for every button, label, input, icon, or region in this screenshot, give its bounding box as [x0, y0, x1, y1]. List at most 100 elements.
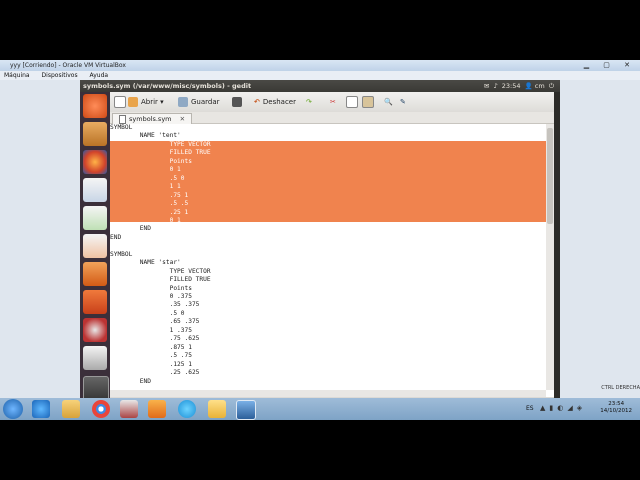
- code-line[interactable]: .75 1: [110, 192, 546, 200]
- mail-icon[interactable]: ✉: [484, 82, 489, 90]
- panel-time[interactable]: 23:54: [502, 82, 521, 90]
- gedit-icon[interactable]: [83, 346, 107, 370]
- skype-icon[interactable]: [178, 400, 196, 418]
- code-line[interactable]: .5 .5: [110, 200, 546, 208]
- code-line[interactable]: END: [110, 378, 546, 386]
- open-label: Abrir: [141, 98, 158, 106]
- scroll-thumb[interactable]: [547, 128, 553, 224]
- redo-icon: ↷: [306, 98, 312, 106]
- horizontal-scrollbar[interactable]: [110, 390, 546, 397]
- code-line[interactable]: .65 .375: [110, 318, 546, 326]
- window-controls[interactable]: ▁ ▢ ✕: [584, 60, 636, 71]
- code-line[interactable]: Points: [110, 285, 546, 293]
- paste-button[interactable]: [362, 95, 377, 109]
- code-line[interactable]: .5 0: [110, 175, 546, 183]
- app-icon[interactable]: [120, 400, 138, 418]
- clock[interactable]: 23:54 14/10/2012: [600, 401, 632, 415]
- firefox-icon[interactable]: [83, 150, 107, 174]
- ie-icon[interactable]: [32, 400, 50, 418]
- gedit-window: Abrir ▾ Guardar ↶ Deshacer ↷ ✂ 🔍 ✎ symbol…: [110, 92, 554, 404]
- print-button[interactable]: [232, 95, 245, 109]
- code-line[interactable]: 1 1: [110, 183, 546, 191]
- new-button[interactable]: [114, 95, 129, 109]
- chrome-icon[interactable]: [92, 400, 110, 418]
- code-line[interactable]: FILLED TRUE: [110, 276, 546, 284]
- document-icon: [119, 114, 126, 124]
- dash-icon[interactable]: [83, 94, 107, 118]
- text-view[interactable]: SYMBOL NAME 'tent' TYPE VECTOR FILLED TR…: [110, 124, 546, 390]
- code-line[interactable]: TYPE VECTOR: [110, 268, 546, 276]
- guest-display[interactable]: symbols.sym (/var/www/misc/symbols) - ge…: [80, 80, 560, 404]
- code-line[interactable]: .875 1: [110, 344, 546, 352]
- power-icon[interactable]: ⏻: [549, 82, 554, 90]
- code-line[interactable]: .75 .625: [110, 335, 546, 343]
- code-line[interactable]: SYMBOL: [110, 251, 546, 259]
- vbox-menubar: Máquina Dispositivos Ayuda: [0, 71, 640, 80]
- app2-icon[interactable]: [208, 400, 226, 418]
- code-line[interactable]: SYMBOL: [110, 124, 546, 132]
- new-document-icon: [114, 96, 126, 108]
- code-line[interactable]: END: [110, 234, 546, 242]
- find-button[interactable]: 🔍: [384, 95, 393, 109]
- tray-icons[interactable]: ▲▮◐◢◈: [540, 404, 586, 412]
- close-icon[interactable]: ✕: [180, 115, 185, 123]
- code-line[interactable]: FILLED TRUE: [110, 149, 546, 157]
- code-line[interactable]: 1 .375: [110, 327, 546, 335]
- code-line[interactable]: TYPE VECTOR: [110, 141, 546, 149]
- start-button[interactable]: [3, 399, 23, 419]
- impress-icon[interactable]: [83, 234, 107, 258]
- copy-button[interactable]: [346, 95, 361, 109]
- replace-button[interactable]: ✎: [400, 95, 406, 109]
- open-button[interactable]: Abrir ▾: [128, 95, 164, 109]
- menu-maquina[interactable]: Máquina: [4, 72, 30, 79]
- tab-symbols-sym[interactable]: symbols.sym ✕: [112, 113, 193, 124]
- panel-indicators[interactable]: ✉ ♪ 23:54 👤 cm ⏻: [484, 80, 554, 92]
- undo-button[interactable]: ↶ Deshacer: [254, 95, 296, 109]
- code-line[interactable]: 0 1: [110, 166, 546, 174]
- code-line[interactable]: 0 1: [110, 217, 546, 225]
- language-indicator[interactable]: ES: [526, 405, 534, 412]
- settings-icon[interactable]: [83, 318, 107, 342]
- save-button[interactable]: Guardar: [178, 95, 220, 109]
- code-line[interactable]: .35 .375: [110, 301, 546, 309]
- code-line[interactable]: NAME 'tent': [110, 132, 546, 140]
- code-line[interactable]: Points: [110, 158, 546, 166]
- virtualbox-icon[interactable]: [236, 400, 256, 420]
- code-line[interactable]: NAME 'star': [110, 259, 546, 267]
- undo-icon: ↶: [254, 98, 260, 106]
- top-panel: symbols.sym (/var/www/misc/symbols) - ge…: [80, 80, 560, 92]
- panel-user[interactable]: cm: [535, 82, 545, 90]
- toolbar: Abrir ▾ Guardar ↶ Deshacer ↷ ✂ 🔍 ✎: [110, 92, 554, 113]
- vertical-scrollbar[interactable]: [546, 124, 554, 390]
- code-line[interactable]: END: [110, 225, 546, 233]
- menu-ayuda[interactable]: Ayuda: [90, 72, 109, 79]
- media-icon[interactable]: [148, 400, 166, 418]
- host-key-label: CTRL DERECHA: [601, 385, 640, 391]
- code-line[interactable]: .125 1: [110, 361, 546, 369]
- cut-button[interactable]: ✂: [330, 95, 336, 109]
- tab-label: symbols.sym: [129, 115, 172, 123]
- window-title: symbols.sym (/var/www/misc/symbols) - ge…: [83, 82, 252, 90]
- code-line[interactable]: [110, 242, 546, 250]
- scissors-icon: ✂: [330, 98, 336, 106]
- code-line[interactable]: 0 .375: [110, 293, 546, 301]
- windows-taskbar: CTRL DERECHA ES ▲▮◐◢◈ 23:54 14/10/2012: [0, 385, 640, 420]
- code-line[interactable]: .25 .625: [110, 369, 546, 377]
- volume-icon[interactable]: ♪: [493, 82, 497, 90]
- user-icon[interactable]: 👤: [525, 82, 533, 90]
- code-line[interactable]: .5 .75: [110, 352, 546, 360]
- menu-dispositivos[interactable]: Dispositivos: [42, 72, 78, 79]
- code-line[interactable]: .5 0: [110, 310, 546, 318]
- writer-icon[interactable]: [83, 178, 107, 202]
- ubuntu-one-icon[interactable]: [83, 290, 107, 314]
- home-folder-icon[interactable]: [83, 122, 107, 146]
- redo-button[interactable]: ↷: [306, 95, 312, 109]
- vbox-title-bar: yyy [Corriendo] - Oracle VM VirtualBox ▁…: [0, 60, 640, 71]
- explorer-icon[interactable]: [62, 400, 80, 418]
- calc-icon[interactable]: [83, 206, 107, 230]
- chevron-down-icon[interactable]: ▾: [160, 98, 164, 106]
- software-center-icon[interactable]: [83, 262, 107, 286]
- save-label: Guardar: [191, 98, 220, 106]
- code-line[interactable]: .25 1: [110, 209, 546, 217]
- unity-launcher: [80, 92, 110, 404]
